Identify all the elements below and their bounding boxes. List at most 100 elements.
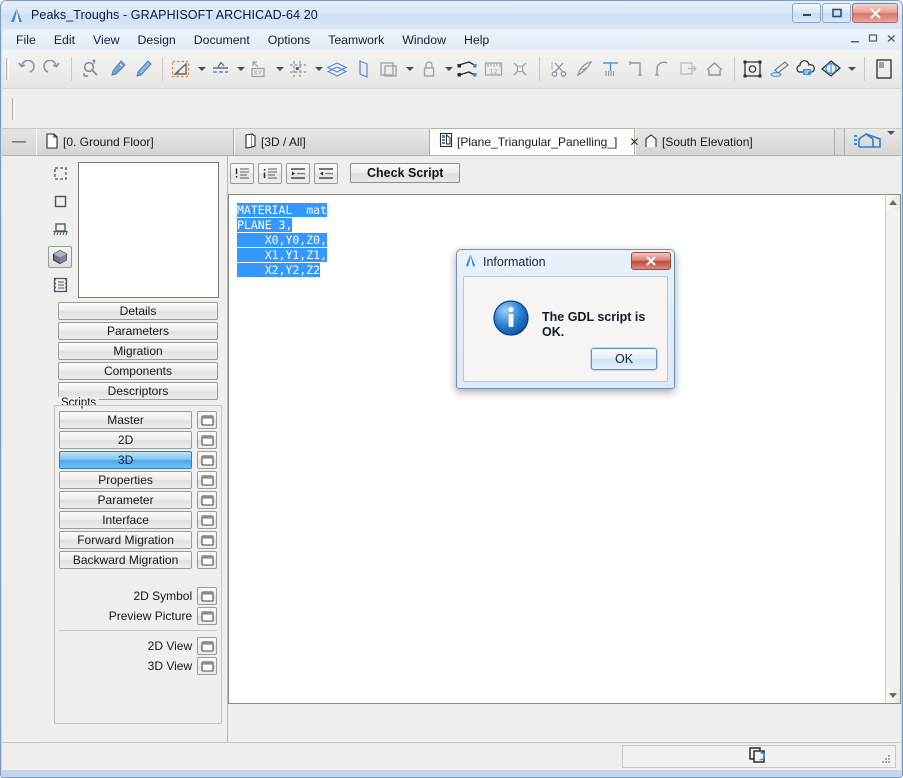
square-outline-icon[interactable]: [48, 190, 72, 212]
angle-measure-icon[interactable]: [169, 56, 195, 82]
maximize-button[interactable]: [822, 3, 851, 23]
offset-corner-icon[interactable]: [624, 56, 650, 82]
floor-pedestal-icon[interactable]: [48, 218, 72, 240]
script-button-forward-migration[interactable]: Forward Migration: [59, 531, 193, 549]
wall-face-icon[interactable]: [351, 56, 377, 82]
undo-icon[interactable]: [13, 56, 39, 82]
open-window-icon-interface[interactable]: [197, 511, 217, 529]
elevation-dimension-icon[interactable]: [208, 56, 234, 82]
tab-close-icon[interactable]: ✕: [629, 135, 639, 149]
code-editor-vertical-scrollbar[interactable]: [885, 194, 901, 704]
close-button[interactable]: [852, 3, 898, 23]
parameters-button[interactable]: Parameters: [58, 322, 218, 340]
minimize-button[interactable]: [792, 3, 821, 23]
script-button-parameter[interactable]: Parameter: [59, 491, 193, 509]
migration-button[interactable]: Migration: [58, 342, 218, 360]
open-window-icon-properties[interactable]: [197, 471, 217, 489]
menu-item-options[interactable]: Options: [259, 31, 319, 49]
panel-dock-icon[interactable]: [871, 56, 897, 82]
rotate-3d-dropdown-icon[interactable]: [845, 56, 858, 82]
elevation-dimension-dropdown-icon[interactable]: [234, 56, 247, 82]
resize-grip-icon[interactable]: [880, 753, 892, 765]
paintbrush-icon[interactable]: [767, 56, 793, 82]
tab-ground-floor[interactable]: [0. Ground Floor]: [36, 129, 234, 155]
open-window-icon-3d-view[interactable]: [197, 657, 217, 675]
dialog-ok-button[interactable]: OK: [591, 348, 657, 370]
components-button[interactable]: Components: [58, 362, 218, 380]
menu-item-file[interactable]: File: [7, 31, 45, 49]
rotate-3d-icon[interactable]: [819, 56, 845, 82]
script-button-interface[interactable]: Interface: [59, 511, 193, 529]
script-button-master[interactable]: Master: [59, 411, 193, 429]
align-top-icon[interactable]: [598, 56, 624, 82]
padlock-dropdown-icon[interactable]: [442, 56, 455, 82]
marquee-zoom-icon[interactable]: [78, 56, 104, 82]
dialog-close-button[interactable]: [631, 252, 671, 270]
tab-3d-all[interactable]: [3D / All]: [234, 129, 430, 155]
scroll-up-arrow-icon[interactable]: [886, 195, 900, 210]
collapse-dash-icon[interactable]: [2, 129, 36, 155]
syringe-injector-icon[interactable]: [130, 56, 156, 82]
measure-tape-icon[interactable]: 12: [481, 56, 507, 82]
cloud-tag-icon[interactable]: [793, 56, 819, 82]
eyedropper-icon[interactable]: [104, 56, 130, 82]
menu-item-document[interactable]: Document: [185, 31, 259, 49]
roof-home-icon[interactable]: [702, 56, 728, 82]
lines-icon[interactable]: [258, 162, 282, 184]
open-window-icon-3d[interactable]: [197, 451, 217, 469]
secondary-toolbar-grip[interactable]: [12, 98, 15, 120]
grid-snap-icon[interactable]: [286, 56, 312, 82]
three-d-cube-icon[interactable]: [48, 246, 72, 268]
sync-copy-icon[interactable]: [748, 746, 770, 767]
open-window-icon-backward-migration[interactable]: [197, 551, 217, 569]
navigator-house-icon[interactable]: [853, 132, 883, 153]
copy-layers-icon[interactable]: [377, 56, 403, 82]
menu-item-edit[interactable]: Edit: [45, 31, 84, 49]
script-button-2d[interactable]: 2D: [59, 431, 193, 449]
fillet-arc-icon[interactable]: [650, 56, 676, 82]
menu-item-teamwork[interactable]: Teamwork: [319, 31, 393, 49]
open-window-icon-2d[interactable]: [197, 431, 217, 449]
script-button-properties[interactable]: Properties: [59, 471, 193, 489]
angle-measure-dropdown-icon[interactable]: [195, 56, 208, 82]
open-window-icon-forward-migration[interactable]: [197, 531, 217, 549]
preview-thumbnail[interactable]: [78, 162, 219, 298]
drag-copy-icon[interactable]: [455, 56, 481, 82]
menu-item-design[interactable]: Design: [128, 31, 184, 49]
open-window-icon-preview-picture[interactable]: [197, 607, 217, 625]
menu-item-window[interactable]: Window: [393, 31, 455, 49]
open-window-icon-2d-symbol[interactable]: [197, 587, 217, 605]
indent-left-icon[interactable]: [314, 162, 338, 184]
scissors-icon[interactable]: [546, 56, 572, 82]
mdi-minimize-button[interactable]: [850, 32, 861, 45]
open-window-icon-parameter[interactable]: [197, 491, 217, 509]
script-button-backward-migration[interactable]: Backward Migration: [59, 551, 193, 569]
tab-south-elevation[interactable]: [South Elevation]: [635, 129, 835, 155]
group-selection-icon[interactable]: [741, 56, 767, 82]
layers-icon[interactable]: [325, 56, 351, 82]
selection-dashed-icon[interactable]: [48, 162, 72, 184]
mdi-close-button[interactable]: [886, 32, 897, 45]
exclaim-lines-icon[interactable]: [230, 162, 254, 184]
open-window-icon-2d-view[interactable]: [197, 637, 217, 655]
details-button[interactable]: Details: [58, 302, 218, 320]
coordinate-xy-icon[interactable]: XY: [247, 56, 273, 82]
mdi-restore-button[interactable]: [868, 32, 879, 45]
menu-item-help[interactable]: Help: [455, 31, 498, 49]
stretch-icon[interactable]: [507, 56, 533, 82]
grid-snap-dropdown-icon[interactable]: [312, 56, 325, 82]
adjust-icon[interactable]: [676, 56, 702, 82]
script-button-3d[interactable]: 3D: [59, 451, 193, 469]
magic-wand-icon[interactable]: [572, 56, 598, 82]
tab-plane-triangular-panelling[interactable]: [Plane_Triangular_Panelling_] ✕: [430, 128, 639, 155]
toolbar-grip[interactable]: [6, 58, 9, 80]
coordinate-xy-dropdown-icon[interactable]: [273, 56, 286, 82]
list-film-icon[interactable]: [48, 274, 72, 296]
redo-icon[interactable]: [39, 56, 65, 82]
padlock-icon[interactable]: [416, 56, 442, 82]
scroll-down-arrow-icon[interactable]: [886, 688, 900, 703]
menu-item-view[interactable]: View: [84, 31, 128, 49]
copy-layers-dropdown-icon[interactable]: [403, 56, 416, 82]
navigator-dropdown-icon[interactable]: [887, 131, 895, 149]
check-script-button[interactable]: Check Script: [350, 163, 461, 183]
